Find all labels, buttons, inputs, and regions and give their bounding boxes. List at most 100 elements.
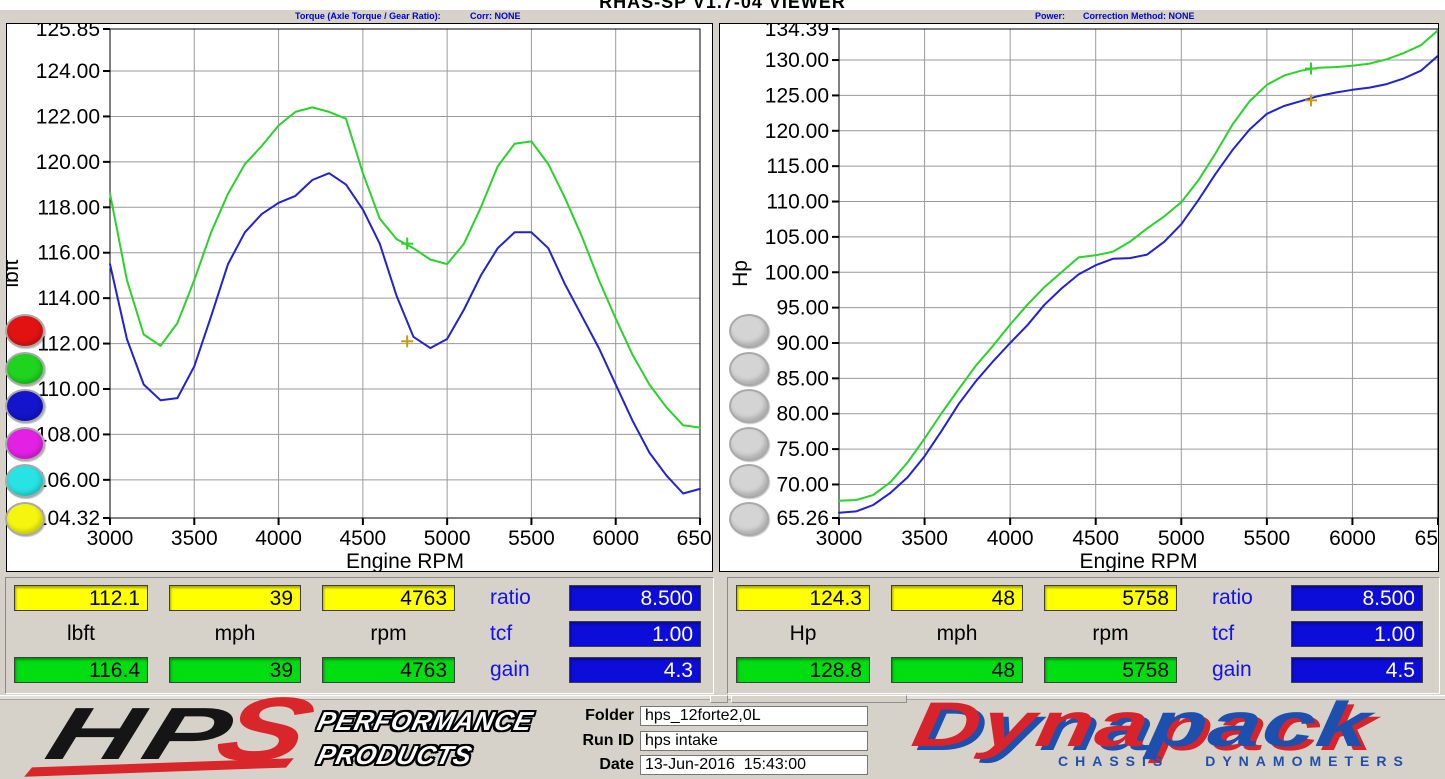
date-input[interactable]: 13-Jun-2016 15:43:00 (640, 755, 868, 775)
dynapack-dynamometers-text: DYNAMOMETERS (1205, 753, 1410, 769)
svg-text:90.00: 90.00 (776, 332, 829, 355)
power-cursor2-value: 128.8 (736, 657, 870, 683)
svg-text:105.00: 105.00 (765, 226, 829, 249)
gain-value: 4.5 (1291, 657, 1423, 683)
mph-unit-label: mph (169, 621, 301, 647)
curve-color-button-gray-2[interactable] (729, 352, 769, 386)
svg-text:118.00: 118.00 (37, 196, 100, 219)
folder-field-row: Folder hps_12forte2,0L (568, 706, 878, 727)
curve-color-button-gray-3[interactable] (729, 389, 769, 423)
svg-text:lbft: lbft (7, 259, 23, 287)
svg-text:116.00: 116.00 (37, 242, 100, 265)
power-data-panel: 124.3 48 5758 Hp mph rpm 128.8 48 5758 r… (727, 577, 1440, 694)
svg-text:3000: 3000 (816, 527, 863, 550)
power-unit-label: Hp (736, 621, 870, 647)
torque-chart[interactable]: 125.85 124.00 122.00 120.00 118.00 116.00 114.… (7, 24, 712, 571)
date-label: Date (568, 756, 634, 774)
svg-text:125.85: 125.85 (36, 24, 100, 41)
svg-text:108.00: 108.00 (36, 423, 100, 446)
curve-color-button-green[interactable] (5, 352, 45, 386)
torque-cursor2-rpm: 4763 (322, 657, 455, 683)
svg-text:70.00: 70.00 (776, 473, 829, 496)
dynapack-chassis-text: CHASSIS (1058, 753, 1169, 769)
torque-data-panel: 112.1 39 4763 lbft mph rpm 116.4 39 4763… (5, 577, 714, 694)
svg-text:4000: 4000 (987, 527, 1034, 550)
mph-unit-label: mph (891, 621, 1023, 647)
svg-text:100.00: 100.00 (765, 261, 829, 284)
svg-text:5000: 5000 (1158, 527, 1205, 550)
svg-text:4500: 4500 (339, 527, 386, 550)
power-cursor2-mph: 48 (891, 657, 1023, 683)
dynapack-tagline: CHASSIS DYNAMOMETERS (1058, 753, 1410, 769)
curve-color-button-gray-5[interactable] (729, 464, 769, 498)
hps-products-text: PRODUCTS (314, 740, 475, 771)
svg-text:106.00: 106.00 (36, 469, 100, 492)
svg-text:125.00: 125.00 (765, 84, 829, 107)
svg-text:3000: 3000 (87, 527, 134, 550)
svg-text:120.00: 120.00 (765, 120, 829, 143)
ratio-value: 8.500 (569, 585, 701, 611)
rpm-unit-label: rpm (1044, 621, 1177, 647)
ratio-label: ratio (490, 585, 564, 611)
curve-color-button-gray-4[interactable] (729, 427, 769, 461)
svg-text:95.00: 95.00 (776, 297, 829, 320)
svg-text:122.00: 122.00 (36, 105, 100, 128)
torque-cursor1-mph: 39 (169, 585, 301, 611)
svg-text:3500: 3500 (171, 527, 218, 550)
window-title: RHAS-SP V1.7-04 VIEWER (0, 0, 1445, 13)
ratio-label: ratio (1212, 585, 1286, 611)
power-cursor1-mph: 48 (891, 585, 1023, 611)
svg-text:124.00: 124.00 (36, 60, 100, 83)
gain-label: gain (490, 657, 564, 683)
curve-color-button-yellow[interactable] (5, 502, 45, 536)
runid-label: Run ID (568, 732, 634, 750)
dynapack-pack-text: pack (1144, 690, 1377, 760)
runid-input[interactable]: hps intake (640, 731, 868, 751)
date-field-row: Date 13-Jun-2016 15:43:00 (568, 755, 878, 776)
svg-text:130.00: 130.00 (765, 49, 829, 72)
svg-text:6000: 6000 (1329, 527, 1376, 550)
power-chart[interactable]: 134.39 130.00 125.00 120.00 115.00 110.00 105.… (720, 24, 1438, 571)
svg-text:6000: 6000 (592, 527, 639, 550)
curve-color-button-cyan[interactable] (5, 464, 45, 498)
curve-color-button-red[interactable] (5, 314, 45, 348)
svg-text:110.00: 110.00 (766, 191, 829, 214)
svg-text:4000: 4000 (255, 527, 302, 550)
torque-cursor2-value: 116.4 (14, 657, 148, 683)
footer-tab-small (710, 695, 728, 703)
svg-text:115.00: 115.00 (766, 155, 829, 178)
dynapack-dyna-text: Dyna (907, 690, 1155, 760)
svg-text:3500: 3500 (901, 527, 948, 550)
svg-text:Engine RPM: Engine RPM (346, 550, 464, 571)
svg-text:5500: 5500 (508, 527, 555, 550)
svg-text:75.00: 75.00 (776, 438, 829, 461)
svg-text:Hp: Hp (729, 260, 752, 287)
power-chart-panel: 134.39 130.00 125.00 120.00 115.00 110.00 105.… (719, 23, 1439, 572)
torque-unit-label: lbft (14, 621, 148, 647)
ratio-value: 8.500 (1291, 585, 1423, 611)
curve-color-button-blue[interactable] (5, 389, 45, 423)
torque-cursor1-rpm: 4763 (322, 585, 455, 611)
svg-text:134.39: 134.39 (765, 24, 829, 41)
svg-text:120.00: 120.00 (36, 151, 100, 174)
curve-color-button-gray-1[interactable] (729, 314, 769, 348)
folder-input[interactable]: hps_12forte2,0L (640, 706, 868, 726)
torque-chart-panel: 125.85 124.00 122.00 120.00 118.00 116.00 114.… (6, 23, 713, 572)
curve-color-button-magenta[interactable] (5, 427, 45, 461)
svg-text:Engine RPM: Engine RPM (1080, 550, 1198, 571)
tcf-label: tcf (490, 621, 564, 647)
svg-text:85.00: 85.00 (776, 367, 829, 390)
tcf-value: 1.00 (1291, 621, 1423, 647)
hps-performance-text: PERFORMANCE (314, 706, 536, 737)
footer-tab-wide (731, 695, 907, 703)
torque-cursor1-value: 112.1 (14, 585, 148, 611)
svg-text:6500: 6500 (677, 527, 712, 550)
dynapack-wordmark: Dynapack (908, 694, 1376, 756)
curve-color-button-gray-6[interactable] (729, 502, 769, 536)
svg-text:114.00: 114.00 (37, 287, 100, 310)
power-cursor1-rpm: 5758 (1044, 585, 1177, 611)
svg-text:5500: 5500 (1243, 527, 1290, 550)
tcf-value: 1.00 (569, 621, 701, 647)
gain-value: 4.3 (569, 657, 701, 683)
rpm-unit-label: rpm (322, 621, 455, 647)
